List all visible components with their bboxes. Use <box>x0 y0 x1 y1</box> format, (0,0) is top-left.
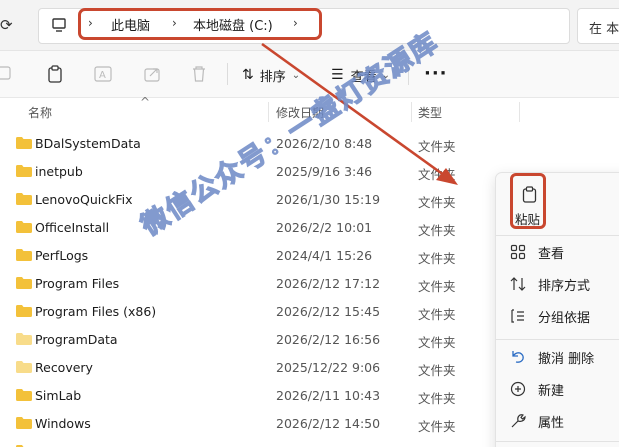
more-options-button[interactable]: ··· <box>424 63 448 84</box>
computer-icon <box>52 18 66 32</box>
menu-divider <box>496 441 619 442</box>
file-type: 文件夹 <box>418 363 456 378</box>
sort-icon <box>510 277 526 291</box>
menu-item-undo-delete[interactable]: 撤消 删除 <box>496 343 619 371</box>
folder-icon <box>16 165 32 177</box>
chevron-right-icon[interactable]: › <box>88 16 93 30</box>
menu-item-label: 撤消 删除 <box>538 352 595 367</box>
search-input[interactable]: 在 本 <box>577 8 619 44</box>
file-name: ProgramData <box>35 332 118 347</box>
share-icon[interactable] <box>144 65 162 83</box>
menu-item-properties[interactable]: 属性 <box>496 407 619 435</box>
menu-item-label: 分组依据 <box>538 311 591 326</box>
file-date: 2026/2/12 15:45 <box>276 304 381 319</box>
menu-item-label: 属性 <box>538 416 565 431</box>
file-name: Recovery <box>35 360 93 375</box>
file-date: 2025/12/22 9:06 <box>276 360 381 375</box>
file-name: OfficeInstall <box>35 220 110 235</box>
file-date: 2026/2/12 16:56 <box>276 332 381 347</box>
menu-item-label: 排序方式 <box>538 279 591 294</box>
column-header-name[interactable]: 名称 <box>28 104 52 121</box>
column-divider[interactable] <box>411 102 412 122</box>
folder-icon <box>16 277 32 289</box>
address-bar: ⟳ › 此电脑 › 本地磁盘 (C:) › 在 本 <box>0 0 619 51</box>
copy-icon[interactable] <box>47 65 63 83</box>
command-bar: A ⇅ 排序 ⌄ ☰ 查看 ⌄ ··· <box>0 51 619 98</box>
file-name: inetpub <box>35 164 83 179</box>
file-type: 文件夹 <box>418 251 456 266</box>
file-date: 2025/9/16 3:46 <box>276 164 373 179</box>
file-name: Program Files <box>35 276 120 291</box>
file-date: 2026/1/30 15:19 <box>276 192 381 207</box>
file-type: 文件夹 <box>418 391 456 406</box>
file-type: 文件夹 <box>418 139 456 154</box>
menu-item-label: 新建 <box>538 384 565 399</box>
menu-item-group-by[interactable]: 分组依据 <box>496 302 619 330</box>
paste-button[interactable]: 粘贴 <box>510 173 546 229</box>
folder-icon <box>16 221 32 233</box>
wrench-icon <box>511 414 526 428</box>
context-menu: 粘贴 查看 排序方式 分组依据 撤消 删除 新建 属性 <box>495 172 619 447</box>
menu-item-new[interactable]: 新建 <box>496 375 619 403</box>
column-divider[interactable] <box>268 102 269 122</box>
grid-icon <box>510 244 526 260</box>
toolbar-divider <box>227 63 228 85</box>
delete-icon[interactable] <box>191 65 207 83</box>
folder-icon <box>16 389 32 401</box>
chevron-right-icon[interactable]: › <box>293 16 298 30</box>
folder-icon <box>16 193 32 205</box>
file-name: LenovoQuickFix <box>35 192 133 207</box>
undo-icon <box>512 351 524 363</box>
file-name: Windows <box>35 416 91 431</box>
menu-divider <box>496 235 619 236</box>
folder-icon <box>16 249 32 261</box>
clipboard-icon <box>522 186 537 203</box>
file-name: Program Files (x86) <box>35 304 157 319</box>
chevron-right-icon[interactable]: › <box>172 16 177 30</box>
menu-item-label: 查看 <box>538 247 565 262</box>
menu-item-sort-by[interactable]: 排序方式 <box>496 270 619 298</box>
group-icon <box>511 309 524 323</box>
folder-icon <box>16 305 32 317</box>
cut-icon[interactable] <box>0 65 14 81</box>
column-header-type[interactable]: 类型 <box>418 104 442 121</box>
sort-button[interactable]: ⇅ 排序 ⌄ <box>242 63 300 87</box>
rename-icon[interactable]: A <box>94 65 112 83</box>
sort-icon: ⇅ <box>242 67 254 83</box>
menu-divider <box>496 339 619 340</box>
file-type: 文件夹 <box>418 307 456 322</box>
folder-icon <box>16 137 32 149</box>
file-date: 2026/2/11 10:43 <box>276 388 381 403</box>
file-type: 文件夹 <box>418 223 456 238</box>
search-placeholder: 在 本 <box>589 22 619 37</box>
plus-icon <box>510 381 526 397</box>
breadcrumb-local-disk[interactable]: 本地磁盘 (C:) <box>193 15 273 34</box>
file-type: 文件夹 <box>418 419 456 434</box>
file-type: 文件夹 <box>418 279 456 294</box>
breadcrumb-this-pc[interactable]: 此电脑 <box>111 15 150 34</box>
file-type: 文件夹 <box>418 195 456 210</box>
file-date: 2026/2/12 14:50 <box>276 416 381 431</box>
file-type: 文件夹 <box>418 167 456 182</box>
column-divider[interactable] <box>519 102 520 122</box>
folder-icon <box>16 361 32 373</box>
file-date: 2024/4/1 15:26 <box>276 248 373 263</box>
sort-label: 排序 <box>259 69 286 85</box>
file-name: BDalSystemData <box>35 136 141 151</box>
paste-label: 粘贴 <box>515 212 541 227</box>
folder-icon <box>16 333 32 345</box>
file-name: SimLab <box>35 388 82 403</box>
chevron-down-icon: ⌄ <box>291 69 301 81</box>
sort-ascending-icon: ^ <box>140 95 151 109</box>
file-explorer-window: ⟳ › 此电脑 › 本地磁盘 (C:) › 在 本 A ⇅ 排序 ⌄ ☰ 查看 … <box>0 0 619 447</box>
file-date: 2026/2/12 17:12 <box>276 276 381 291</box>
file-date: 2026/2/2 10:01 <box>276 220 373 235</box>
refresh-icon[interactable]: ⟳ <box>0 16 14 34</box>
menu-item-view[interactable]: 查看 <box>496 238 619 266</box>
folder-icon <box>16 417 32 429</box>
svg-text:A: A <box>99 70 106 81</box>
file-name: PerfLogs <box>35 248 89 263</box>
file-type: 文件夹 <box>418 335 456 350</box>
